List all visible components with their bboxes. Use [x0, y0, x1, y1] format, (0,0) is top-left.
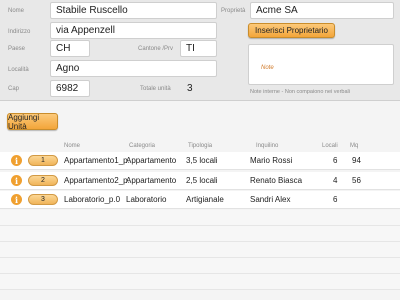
row-number-button[interactable]: 3 — [28, 194, 58, 205]
cell-tipologia: 3,5 locali — [186, 156, 218, 165]
col-header-inquilino: Inquilino — [256, 143, 279, 149]
proprieta-field[interactable]: Acme SA — [250, 2, 394, 19]
indirizzo-label: Indirizzo — [8, 29, 31, 35]
localita-field[interactable]: Agno — [50, 60, 217, 77]
cell-inquilino: Mario Rossi — [250, 156, 293, 165]
nome-label: Nome — [8, 8, 25, 14]
table-row[interactable]: i 1 Appartamento1_p. Appartamento 3,5 lo… — [0, 152, 400, 170]
cap-label: Cap — [8, 86, 20, 92]
empty-table-row — [0, 210, 400, 226]
cell-locali: 4 — [333, 176, 338, 185]
paese-field[interactable]: CH — [50, 40, 90, 57]
cell-categoria: Appartamento — [126, 156, 177, 165]
cap-field[interactable]: 6982 — [50, 80, 90, 97]
cell-locali: 6 — [333, 195, 338, 204]
col-header-tipologia: Tipologia — [188, 143, 213, 149]
info-icon[interactable]: i — [11, 194, 22, 205]
cell-tipologia: 2,5 locali — [186, 176, 218, 185]
row-number-button[interactable]: 2 — [28, 175, 58, 186]
cell-mq: 94 — [352, 156, 361, 165]
notes-label: Note — [261, 65, 274, 71]
col-header-locali: Locali — [322, 143, 338, 149]
cantone-field[interactable]: TI — [180, 40, 217, 57]
indirizzo-field[interactable]: via Appenzell — [50, 22, 217, 39]
cell-inquilino: Renato Biasca — [250, 176, 303, 185]
empty-table-row — [0, 242, 400, 258]
info-icon[interactable]: i — [11, 155, 22, 166]
table-row[interactable]: i 3 Laboratorio_p.0 Laboratorio Artigian… — [0, 191, 400, 209]
empty-table-row — [0, 258, 400, 274]
proprieta-label: Proprietà — [221, 8, 246, 14]
localita-label: Località — [8, 67, 29, 73]
notes-hint: Note interne - Non compaiono nei verbali — [250, 89, 350, 95]
cell-tipologia: Artigianale — [186, 195, 224, 204]
cell-categoria: Appartamento — [126, 176, 177, 185]
property-form: Nome Stabile Ruscello Indirizzo via Appe… — [0, 0, 400, 101]
empty-table-row — [0, 226, 400, 242]
cell-categoria: Laboratorio — [126, 195, 167, 204]
cell-nome: Appartamento1_p. — [64, 156, 130, 165]
col-header-mq: Mq — [350, 143, 359, 149]
totale-value: 3 — [187, 83, 193, 94]
paese-label: Paese — [8, 46, 26, 52]
cell-locali: 6 — [333, 156, 338, 165]
col-header-nome: Nome — [64, 143, 81, 149]
inserisci-proprietario-button[interactable]: Inserisci Proprietario — [248, 23, 335, 38]
row-number-button[interactable]: 1 — [28, 155, 58, 166]
cell-nome: Laboratorio_p.0 — [64, 195, 121, 204]
col-header-categoria: Categoria — [129, 143, 156, 149]
table-row[interactable]: i 2 Appartamento2_p. Appartamento 2,5 lo… — [0, 172, 400, 190]
totale-label: Totale unità — [140, 86, 171, 92]
cell-nome: Appartamento2_p. — [64, 176, 130, 185]
empty-table-row — [0, 274, 400, 290]
cantone-label: Cantone /Prv — [138, 46, 174, 52]
notes-area[interactable]: Note — [248, 44, 394, 85]
nome-field[interactable]: Stabile Ruscello — [50, 2, 217, 19]
cell-inquilino: Sandri Alex — [250, 195, 291, 204]
cell-mq: 56 — [352, 176, 361, 185]
info-icon[interactable]: i — [11, 175, 22, 186]
aggiungi-unita-button[interactable]: Aggiungi Unità — [7, 113, 58, 131]
